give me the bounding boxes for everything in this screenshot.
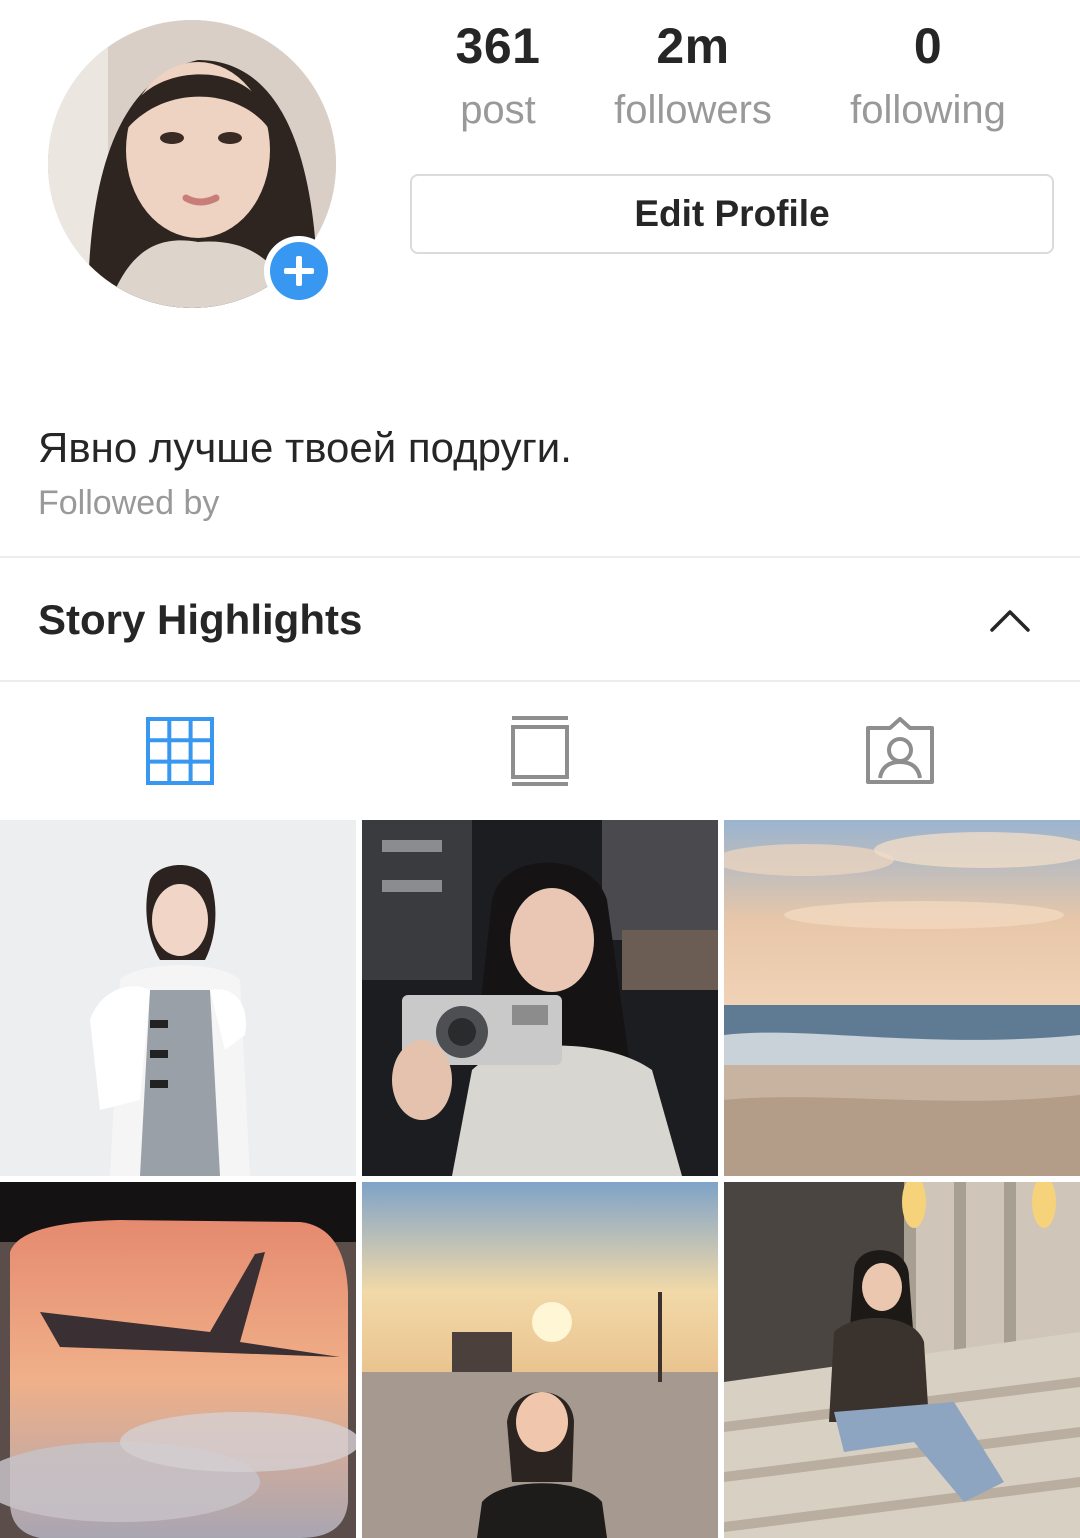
profile-page: 361 post 2m followers 0 following Edit P… xyxy=(0,0,1080,1538)
add-story-button[interactable] xyxy=(264,236,334,306)
posts-count-label: post xyxy=(460,88,536,132)
following-count-label: following xyxy=(850,88,1006,132)
photo-tile-camera[interactable] xyxy=(362,820,718,1176)
edit-profile-button[interactable]: Edit Profile xyxy=(410,174,1054,254)
photo-tile-portrait[interactable] xyxy=(0,820,356,1176)
tab-grid[interactable] xyxy=(0,684,360,818)
beach-sunset-photo xyxy=(724,820,1080,1176)
story-highlights-header[interactable]: Story Highlights xyxy=(0,560,1080,680)
divider xyxy=(0,556,1080,558)
stairs-photo xyxy=(724,1182,1080,1538)
beach-selfie-photo xyxy=(362,1182,718,1538)
tab-feed[interactable] xyxy=(360,684,720,818)
profile-bio: Явно лучше твоей подруги. xyxy=(38,424,572,471)
airplane-window-photo xyxy=(0,1182,356,1538)
photo-tile-stairs[interactable] xyxy=(724,1182,1080,1538)
following-count-value: 0 xyxy=(913,18,943,74)
profile-tabs xyxy=(0,684,1080,818)
posts-count-value: 361 xyxy=(455,18,541,74)
feed-icon xyxy=(511,716,569,786)
photo-tile-airplane-window[interactable] xyxy=(0,1182,356,1538)
followers-count-value: 2m xyxy=(656,18,730,74)
story-highlights-title: Story Highlights xyxy=(38,596,363,643)
portrait-photo xyxy=(0,820,356,1176)
plus-icon xyxy=(270,242,328,300)
followers-count-label: followers xyxy=(614,88,772,132)
followers-count[interactable]: 2m followers xyxy=(578,14,808,144)
divider xyxy=(0,680,1080,682)
chevron-up-icon[interactable] xyxy=(988,604,1032,634)
camera-photo xyxy=(362,820,718,1176)
posts-count[interactable]: 361 post xyxy=(418,14,578,144)
profile-stats: 361 post 2m followers 0 following xyxy=(418,14,1058,144)
photo-tile-beach-sunset[interactable] xyxy=(724,820,1080,1176)
followed-by-text[interactable]: Followed by xyxy=(38,484,219,523)
tab-tagged[interactable] xyxy=(720,684,1080,818)
tagged-icon xyxy=(866,717,934,784)
grid-icon xyxy=(146,717,214,785)
photo-tile-beach-selfie[interactable] xyxy=(362,1182,718,1538)
following-count[interactable]: 0 following xyxy=(808,14,1048,144)
avatar-container xyxy=(48,20,336,308)
photo-grid xyxy=(0,820,1080,1538)
